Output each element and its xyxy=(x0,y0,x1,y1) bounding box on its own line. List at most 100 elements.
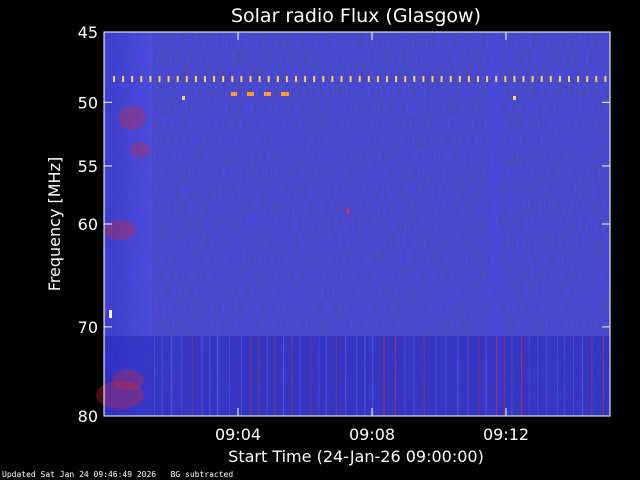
marker-dot xyxy=(431,76,434,82)
y-tick-label-3: 60 xyxy=(78,215,98,234)
streak xyxy=(274,336,276,416)
marker-dot xyxy=(513,76,516,82)
marker-dot xyxy=(276,76,279,82)
spectrogram-chart: Solar radio Flux (Glasgow) 455055607080 … xyxy=(45,5,611,466)
marker-dot xyxy=(149,76,152,82)
marker-dot xyxy=(240,76,243,82)
x-tick-label-0: 09:04 xyxy=(215,425,261,444)
marker-dot xyxy=(540,76,543,82)
streak xyxy=(528,336,530,416)
marker-dot xyxy=(376,76,379,82)
streak xyxy=(266,336,268,416)
marker-dot xyxy=(604,76,607,82)
streak xyxy=(154,336,156,416)
streak xyxy=(171,336,173,416)
marker-dot xyxy=(176,76,179,82)
marker-dot xyxy=(204,76,206,82)
y-axis-label: Frequency [MHz] xyxy=(45,157,64,291)
streak xyxy=(478,336,480,416)
streak xyxy=(240,336,242,416)
streak xyxy=(435,336,437,416)
burst-spot xyxy=(104,220,136,240)
marker-dot xyxy=(213,76,216,82)
marker-dot xyxy=(577,76,580,82)
footer-updated: Updated Sat Jan 24 09:46:49 2026 xyxy=(2,470,157,479)
streak xyxy=(250,336,252,416)
streak xyxy=(217,336,219,416)
footer-status: Updated Sat Jan 24 09:46:49 2026 BG subt… xyxy=(2,470,233,479)
marker-dot xyxy=(113,76,115,82)
marker-dot xyxy=(167,76,170,82)
burst-spot xyxy=(130,142,150,158)
streak xyxy=(485,336,487,416)
streak xyxy=(511,336,513,416)
y-tick-label-2: 55 xyxy=(78,157,98,176)
streak xyxy=(563,336,565,416)
marker-dot xyxy=(477,76,479,82)
marker-dot xyxy=(495,76,498,82)
streak xyxy=(404,336,406,416)
marker-dot xyxy=(386,76,388,82)
y-tick-label-4: 70 xyxy=(78,318,98,337)
streak xyxy=(258,336,260,416)
streak xyxy=(572,336,574,416)
marker-dot xyxy=(349,76,352,82)
streak xyxy=(602,336,604,416)
marker-block xyxy=(231,92,237,96)
streak xyxy=(467,336,469,416)
streak xyxy=(291,336,293,416)
marker-block xyxy=(247,92,254,96)
streak xyxy=(581,336,584,416)
marker-dot xyxy=(367,76,370,82)
y-tick-label-0: 45 xyxy=(78,23,98,42)
marker-dot xyxy=(295,76,297,82)
streak xyxy=(383,336,385,416)
y-tick-label-5: 80 xyxy=(78,407,98,426)
streak xyxy=(364,336,366,416)
plot-area xyxy=(96,31,611,417)
streak xyxy=(310,336,312,416)
streak xyxy=(504,336,506,416)
streak xyxy=(192,336,194,416)
streak xyxy=(457,336,459,416)
marker-dot xyxy=(131,76,134,82)
marker-dot xyxy=(531,76,534,82)
marker-dot xyxy=(568,76,570,82)
marker-dot xyxy=(122,76,125,82)
marker-block xyxy=(264,92,271,96)
marker-dot xyxy=(194,76,197,82)
y-tick-label-1: 50 xyxy=(78,93,98,112)
marker-dot xyxy=(440,76,443,82)
marker-dot xyxy=(486,76,489,82)
marker-dot xyxy=(140,76,143,82)
streak xyxy=(591,336,593,416)
marker-dot xyxy=(595,76,598,82)
marker-dot xyxy=(358,76,361,82)
marker-dot xyxy=(249,76,252,82)
streak xyxy=(335,336,337,416)
streak xyxy=(495,336,498,416)
burst-dot xyxy=(347,209,349,214)
marker-dot xyxy=(258,76,261,82)
streak xyxy=(229,336,231,416)
marker-dot xyxy=(558,76,561,82)
marker-dot xyxy=(313,76,316,82)
marker-dot xyxy=(158,76,161,82)
marker-dot xyxy=(586,76,589,82)
x-axis-label: Start Time (24-Jan-26 09:00:00) xyxy=(228,447,484,466)
streak xyxy=(445,336,447,416)
marker-dot xyxy=(422,76,425,82)
streak xyxy=(520,336,523,416)
white-blip xyxy=(109,310,112,318)
marker-dot xyxy=(304,76,307,82)
streak xyxy=(325,336,327,416)
streak xyxy=(201,336,203,416)
marker-dot xyxy=(395,76,398,82)
streak xyxy=(372,336,374,416)
marker-dot xyxy=(522,76,525,82)
marker-dot xyxy=(340,76,343,82)
burst-spot xyxy=(112,370,144,390)
marker-dot xyxy=(231,76,234,82)
marker-block xyxy=(281,92,289,96)
streak xyxy=(545,336,547,416)
